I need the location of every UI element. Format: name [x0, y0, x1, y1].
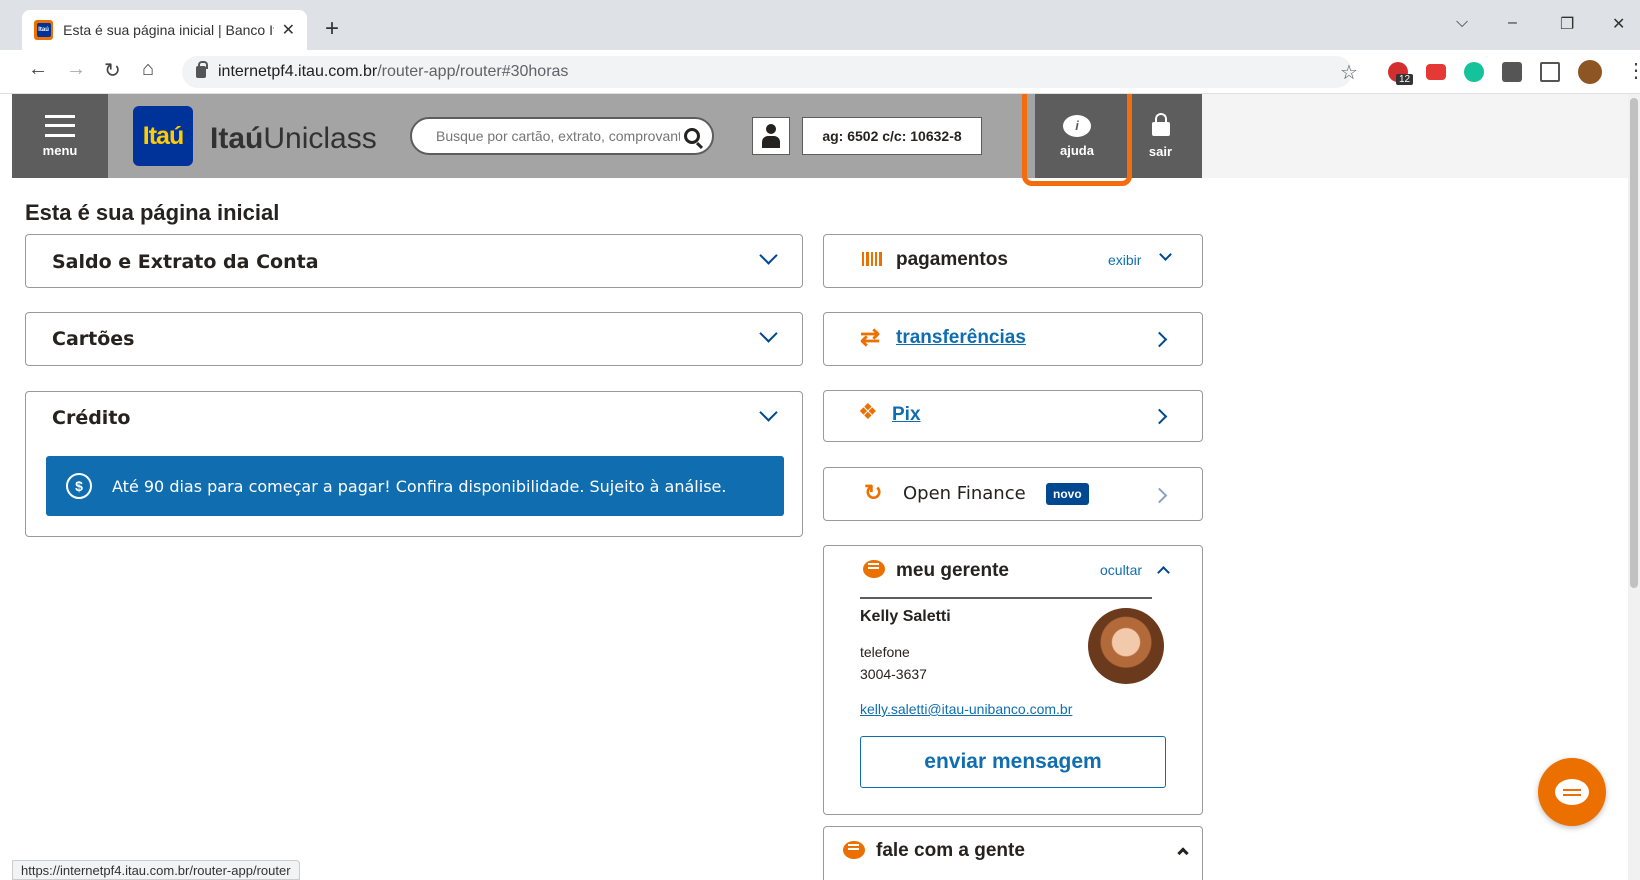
- chevron-down-icon[interactable]: [759, 324, 778, 343]
- side-panel-icon[interactable]: [1540, 62, 1560, 82]
- pix-icon: ❖: [858, 399, 878, 424]
- chat-fab-button[interactable]: [1538, 758, 1606, 826]
- grammarly-icon[interactable]: [1464, 62, 1484, 82]
- manager-card: meu gerente ocultar Kelly Saletti telefo…: [823, 545, 1203, 815]
- open-finance-icon: ↻: [864, 480, 883, 505]
- transfers-link[interactable]: transferências: [896, 327, 1026, 349]
- forward-icon[interactable]: →: [66, 58, 86, 81]
- url-text: internetpf4.itau.com.br/router-app/route…: [218, 63, 569, 80]
- browser-toolbar: ← → ↻ ⌂ internetpf4.itau.com.br/router-a…: [0, 50, 1640, 94]
- extensions-puzzle-icon[interactable]: [1502, 62, 1522, 82]
- chevron-right-icon[interactable]: [1151, 331, 1168, 348]
- new-tab-button[interactable]: +: [325, 15, 339, 43]
- tab-close-icon[interactable]: ✕: [282, 20, 295, 40]
- profile-avatar-icon[interactable]: [1578, 60, 1602, 84]
- search-icon[interactable]: [684, 128, 700, 144]
- payments-title: pagamentos: [896, 249, 1008, 270]
- credit-card-title[interactable]: Crédito: [52, 407, 130, 429]
- credit-card: Crédito $ Até 90 dias para começar a pag…: [25, 391, 803, 537]
- menu-button[interactable]: menu: [12, 94, 108, 178]
- chevron-down-icon[interactable]: [759, 403, 778, 422]
- cards-card[interactable]: Cartões: [25, 312, 803, 366]
- close-window-icon[interactable]: ✕: [1612, 14, 1625, 34]
- address-bar[interactable]: internetpf4.itau.com.br/router-app/route…: [182, 56, 1352, 88]
- account-info[interactable]: ag: 6502 c/c: 10632-8: [802, 117, 982, 155]
- send-message-button[interactable]: enviar mensagem: [860, 736, 1166, 788]
- chevron-right-icon[interactable]: [1151, 487, 1168, 504]
- pix-link[interactable]: Pix: [892, 404, 921, 426]
- lock-icon: [196, 61, 208, 78]
- chevron-down-icon[interactable]: [759, 246, 778, 265]
- barcode-icon: [862, 252, 882, 266]
- chat-bubble-icon: [1555, 779, 1589, 805]
- pix-card[interactable]: ❖ Pix: [823, 390, 1203, 442]
- credit-banner-text: Até 90 dias para começar a pagar! Confir…: [112, 476, 727, 496]
- itau-logo[interactable]: Itaú: [133, 106, 193, 166]
- manager-email-link[interactable]: kelly.saletti@itau-unibanco.com.br: [860, 701, 1072, 717]
- exit-label: sair: [1148, 143, 1173, 159]
- minimize-icon[interactable]: –: [1508, 14, 1517, 32]
- menu-label: menu: [42, 142, 78, 158]
- chevron-up-icon[interactable]: [1177, 847, 1189, 859]
- open-finance-title: Open Finance: [903, 483, 1026, 504]
- user-icon: [762, 124, 780, 148]
- manager-phone: 3004-3637: [860, 666, 927, 682]
- manager-avatar: [1088, 608, 1164, 684]
- transfers-card[interactable]: ⇄ transferências: [823, 312, 1203, 366]
- status-bar-url: https://internetpf4.itau.com.br/router-a…: [12, 860, 300, 880]
- contact-card: fale com a gente: [823, 826, 1203, 880]
- manager-toggle[interactable]: ocultar: [1100, 562, 1142, 578]
- payments-card: pagamentos exibir: [823, 234, 1203, 288]
- extension-badge: 12: [1396, 74, 1414, 85]
- search-input[interactable]: [436, 128, 681, 144]
- page: menu Itaú ItaúUniclass ag: 6502 c/c: 106…: [12, 94, 1628, 880]
- help-highlight-annotation: [1022, 94, 1132, 186]
- hamburger-icon: [45, 114, 75, 137]
- contact-title: fale com a gente: [876, 840, 1025, 861]
- manager-name: Kelly Saletti: [860, 608, 951, 625]
- extension-video-icon[interactable]: [1426, 64, 1446, 80]
- tab-search-icon[interactable]: ⌵: [1456, 14, 1468, 32]
- tab-title: Esta é sua página inicial | Banco Itaú: [63, 22, 274, 38]
- phone-label: telefone: [860, 644, 910, 660]
- site-header: menu Itaú ItaúUniclass ag: 6502 c/c: 106…: [12, 94, 1202, 186]
- lock-icon: [1151, 112, 1170, 136]
- transfer-arrows-icon: ⇄: [860, 324, 881, 351]
- chevron-up-icon[interactable]: [1157, 566, 1170, 579]
- chat-bubble-icon: [863, 560, 885, 578]
- manager-title: meu gerente: [896, 560, 1009, 581]
- chevron-down-icon[interactable]: [1159, 248, 1172, 261]
- new-badge: novo: [1046, 483, 1089, 505]
- dollar-circle-icon: $: [66, 473, 92, 499]
- itau-favicon-icon: Itaú: [34, 20, 54, 40]
- browser-tab[interactable]: Itaú Esta é sua página inicial | Banco I…: [22, 10, 307, 50]
- bookmark-star-icon[interactable]: ☆: [1340, 60, 1358, 85]
- browser-menu-icon[interactable]: ⋮: [1626, 58, 1640, 83]
- brand-name: ItaúUniclass: [210, 122, 377, 155]
- balance-card[interactable]: Saldo e Extrato da Conta: [25, 234, 803, 288]
- reload-icon[interactable]: ↻: [104, 58, 121, 83]
- balance-card-title: Saldo e Extrato da Conta: [52, 251, 319, 273]
- search-box[interactable]: [410, 117, 714, 155]
- back-icon[interactable]: ←: [28, 58, 48, 81]
- credit-banner[interactable]: $ Até 90 dias para começar a pagar! Conf…: [46, 456, 784, 516]
- manager-divider: [860, 597, 1152, 599]
- chevron-right-icon[interactable]: [1151, 408, 1168, 425]
- restore-icon[interactable]: ❐: [1560, 14, 1574, 34]
- home-icon[interactable]: ⌂: [142, 58, 154, 81]
- page-title: Esta é sua página inicial: [25, 200, 280, 225]
- page-scrollbar[interactable]: [1628, 94, 1640, 880]
- chat-bubble-icon: [843, 841, 865, 859]
- scroll-thumb[interactable]: [1630, 98, 1638, 588]
- payments-toggle[interactable]: exibir: [1108, 252, 1141, 268]
- open-finance-card[interactable]: ↻ Open Finance novo: [823, 467, 1203, 521]
- cards-card-title: Cartões: [52, 328, 135, 350]
- browser-tabbar: Itaú Esta é sua página inicial | Banco I…: [0, 0, 1640, 50]
- user-profile-button[interactable]: [752, 117, 790, 155]
